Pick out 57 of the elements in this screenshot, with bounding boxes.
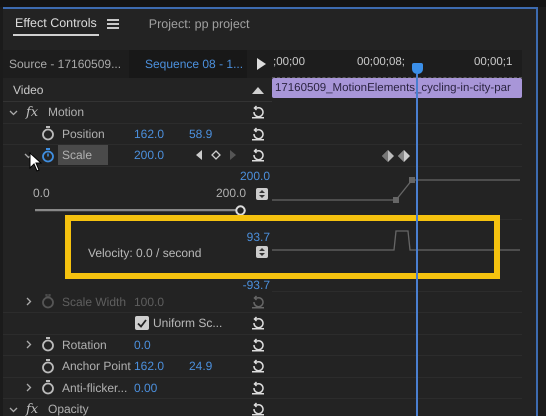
property-value[interactable]: 200.0 [134, 148, 164, 162]
reset-icon[interactable] [251, 338, 265, 352]
property-name: Anti-flicker... [62, 380, 128, 395]
uniform-scale-checkbox[interactable]: Uniform Sc... [135, 316, 222, 330]
slider-max-label: 200.0 [216, 186, 246, 200]
stopwatch-icon[interactable] [41, 358, 55, 374]
timecode-label: 00;00;1 [474, 56, 512, 68]
timecode-label: ;00;00 [273, 56, 305, 68]
slider-min-label: 0.0 [33, 186, 50, 200]
timecode-label: 00;00;08; [357, 56, 405, 68]
panel-tab[interactable]: Effect Controls [13, 12, 99, 36]
graph-max-value: 200.0 [240, 168, 270, 182]
checkbox[interactable] [135, 316, 149, 330]
sequence-dropdown[interactable]: Sequence 08 - 1... [129, 50, 247, 78]
keyframe-navigator-icon[interactable] [196, 150, 238, 160]
property-value[interactable]: 58.9 [189, 126, 212, 141]
time-ruler[interactable]: ;00;00 00;00;08; 00;00;1 [272, 50, 522, 78]
property-name: Position [62, 126, 105, 141]
property-name: Anchor Point [62, 359, 131, 374]
slider-thumb[interactable] [235, 204, 246, 216]
reset-icon[interactable] [251, 148, 265, 162]
source-label: Source - 17160509... [9, 57, 122, 71]
graph-max-value: 93.7 [246, 230, 270, 244]
menu-icon[interactable] [106, 19, 119, 29]
property-name: Scale Width [62, 294, 126, 309]
stepper-icon[interactable] [256, 246, 268, 258]
property-value[interactable]: 162.0 [134, 359, 164, 374]
reset-icon[interactable] [251, 105, 265, 120]
reset-icon[interactable] [251, 359, 265, 374]
reset-icon[interactable] [251, 380, 265, 395]
property-value[interactable]: 24.9 [189, 359, 212, 374]
section-label: Video [13, 82, 44, 96]
property-value[interactable]: 0.0 [134, 338, 151, 352]
fx-icon: fx [26, 104, 38, 120]
pointer-icon [29, 152, 43, 172]
reset-icon[interactable] [251, 402, 265, 416]
stopwatch-icon[interactable] [41, 148, 55, 163]
property-name: Rotation [62, 338, 107, 352]
property-value[interactable]: 0.00 [134, 380, 158, 395]
stopwatch-icon[interactable] [41, 380, 55, 396]
property-value[interactable]: 162.0 [134, 126, 164, 141]
play-icon[interactable] [257, 58, 266, 70]
playhead-handle[interactable] [412, 63, 423, 74]
stopwatch-icon[interactable] [41, 126, 55, 142]
fx-icon: fx [26, 402, 38, 416]
stopwatch-icon[interactable] [41, 337, 55, 352]
panel-tab[interactable]: Project: pp project [146, 13, 252, 35]
graph-min-value: -93.7 [242, 278, 270, 292]
effect-name: Opacity [48, 402, 89, 416]
reset-icon[interactable] [251, 126, 265, 141]
property-name: Scale [58, 145, 108, 166]
collapse-icon[interactable] [252, 86, 264, 94]
reset-icon[interactable] [251, 316, 265, 330]
velocity-label: Velocity: 0.0 / second [88, 246, 202, 260]
effect-name: Motion [48, 105, 84, 120]
checkmark-icon [137, 318, 147, 328]
stepper-icon[interactable] [256, 188, 268, 200]
